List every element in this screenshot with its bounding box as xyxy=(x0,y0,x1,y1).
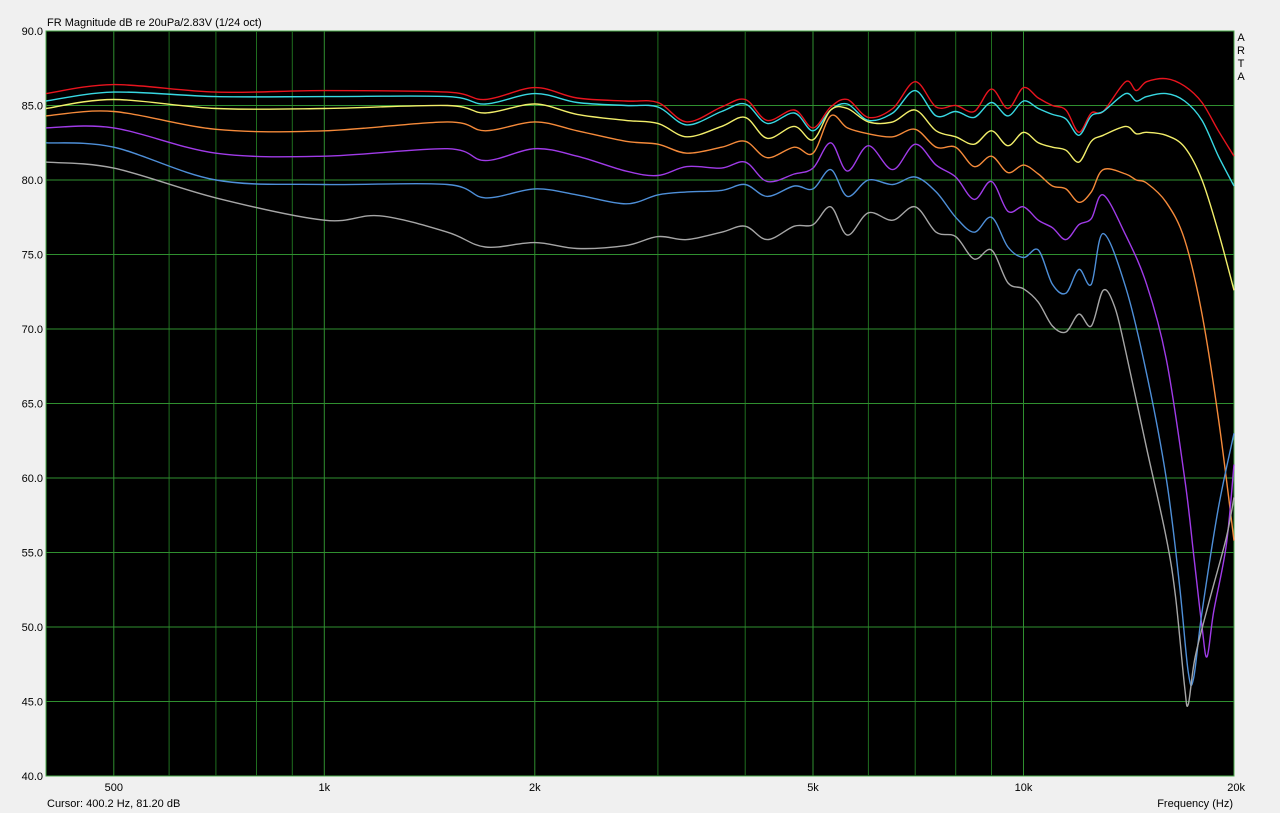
arta-letter: T xyxy=(1238,58,1245,70)
y-tick-label: 55.0 xyxy=(22,548,43,560)
x-tick-label: 1k xyxy=(318,782,330,794)
y-tick-label: 45.0 xyxy=(22,697,43,709)
cursor-readout: Cursor: 400.2 Hz, 81.20 dB xyxy=(47,798,180,810)
x-axis-label: Frequency (Hz) xyxy=(1157,798,1233,810)
arta-letter: R xyxy=(1237,45,1245,57)
y-tick-label: 75.0 xyxy=(22,250,43,262)
x-tick-label: 500 xyxy=(105,782,123,794)
y-tick-label: 40.0 xyxy=(22,771,43,783)
y-axis-ticks: 90.0 85.0 80.0 75.0 70.0 65.0 60.0 55.0 50.0 45.0… xyxy=(22,26,43,783)
chart-title: FR Magnitude dB re 20uPa/2.83V (1/24 oct… xyxy=(47,17,262,29)
arta-letter: A xyxy=(1237,32,1245,44)
y-tick-label: 60.0 xyxy=(22,473,43,485)
y-tick-label: 90.0 xyxy=(22,26,43,38)
y-tick-label: 50.0 xyxy=(22,622,43,634)
arta-watermark: ARTA xyxy=(1237,32,1245,83)
y-tick-label: 80.0 xyxy=(22,175,43,187)
arta-letter: A xyxy=(1237,71,1245,83)
x-tick-label: 2k xyxy=(529,782,541,794)
y-tick-label: 65.0 xyxy=(22,399,43,411)
x-tick-label: 10k xyxy=(1015,782,1033,794)
x-tick-label: 20k xyxy=(1227,782,1245,794)
x-tick-label: 5k xyxy=(807,782,819,794)
x-axis-ticks: 500 1k 2k 5k 10k 20k xyxy=(105,782,1246,794)
frequency-response-chart: FR Magnitude dB re 20uPa/2.83V (1/24 oct… xyxy=(22,17,1246,810)
y-tick-label: 85.0 xyxy=(22,101,43,113)
y-tick-label: 70.0 xyxy=(22,324,43,336)
